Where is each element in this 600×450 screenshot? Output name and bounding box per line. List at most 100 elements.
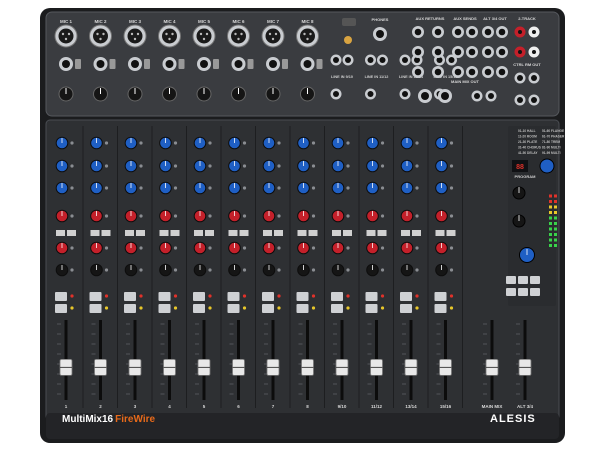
pre-post-button[interactable] xyxy=(401,230,410,236)
insert-jack[interactable] xyxy=(282,59,288,69)
mute-button[interactable] xyxy=(193,292,205,301)
solo-button[interactable] xyxy=(434,304,447,313)
clip-led-icon xyxy=(277,294,281,298)
eq-button[interactable] xyxy=(170,230,180,236)
insert-jack[interactable] xyxy=(75,59,81,69)
mute-button[interactable] xyxy=(124,292,136,301)
mute-button[interactable] xyxy=(400,292,412,301)
pre-post-button[interactable] xyxy=(228,230,238,236)
pre-post-button[interactable] xyxy=(90,230,100,236)
mute-button[interactable] xyxy=(227,292,240,301)
scale-dot-icon xyxy=(173,186,178,190)
solo-button[interactable] xyxy=(262,304,274,313)
pre-post-button[interactable] xyxy=(125,230,134,236)
insert-jack[interactable] xyxy=(247,59,254,69)
scale-dot-icon xyxy=(415,246,419,250)
scale-dot-icon xyxy=(415,164,419,168)
scale-dot-icon xyxy=(139,268,143,272)
eq-button[interactable] xyxy=(239,230,249,236)
level-meter-led-right xyxy=(554,194,557,198)
pre-post-button[interactable] xyxy=(159,230,169,236)
insert-jack[interactable] xyxy=(144,59,150,69)
mute-button[interactable] xyxy=(434,292,447,301)
eq-button[interactable] xyxy=(67,230,76,236)
solo-button[interactable] xyxy=(227,304,240,313)
insert-jack[interactable] xyxy=(109,59,116,69)
solo-button[interactable] xyxy=(296,304,309,313)
eq-button[interactable] xyxy=(308,230,318,236)
solo-button[interactable] xyxy=(193,304,205,313)
eq-button[interactable] xyxy=(446,230,456,236)
insert-jack[interactable] xyxy=(178,59,185,69)
master-button[interactable] xyxy=(518,288,528,296)
solo-button[interactable] xyxy=(365,304,378,313)
mute-button[interactable] xyxy=(158,292,171,301)
scale-dot-icon xyxy=(70,141,74,145)
solo-led-icon xyxy=(311,306,316,310)
master-button[interactable] xyxy=(506,288,516,296)
rca-jack[interactable] xyxy=(344,36,352,44)
level-meter-led-right xyxy=(554,222,557,225)
mute-button[interactable] xyxy=(365,292,378,301)
master-button[interactable] xyxy=(530,288,540,296)
two-track-label: 2-TRACK xyxy=(518,16,536,21)
scale-dot-icon xyxy=(139,164,143,168)
pre-post-button[interactable] xyxy=(332,230,341,236)
pre-post-button[interactable] xyxy=(366,230,376,236)
level-meter-led-left xyxy=(549,238,552,242)
master-button[interactable] xyxy=(506,276,516,284)
pre-post-button[interactable] xyxy=(297,230,307,236)
eq-button[interactable] xyxy=(205,230,214,236)
jack-hole-icon xyxy=(517,97,523,103)
eq-button[interactable] xyxy=(136,230,145,236)
scale-dot-icon xyxy=(173,268,178,272)
mic-input-label: MIC 7 xyxy=(267,19,279,24)
scale-dot-icon xyxy=(208,141,212,145)
firewire-port[interactable] xyxy=(342,18,356,26)
solo-led-icon xyxy=(346,306,350,310)
solo-button[interactable] xyxy=(158,304,171,313)
level-meter-led-left xyxy=(549,227,552,231)
scale-dot-icon xyxy=(311,214,316,218)
mute-button[interactable] xyxy=(331,292,343,301)
alt-out-label: ALT 3/4 OUT xyxy=(483,16,507,21)
fader-label: MAIN MIX xyxy=(482,404,503,409)
xlr-pin-icon xyxy=(309,32,312,36)
insert-jack[interactable] xyxy=(316,59,323,69)
xlr-pin-icon xyxy=(234,32,237,36)
eq-button[interactable] xyxy=(412,230,421,236)
mute-button[interactable] xyxy=(262,292,274,301)
mute-button[interactable] xyxy=(296,292,309,301)
fx-list-item: 01-10 HALL xyxy=(518,129,536,133)
jack-hole-icon xyxy=(532,50,536,54)
solo-led-icon xyxy=(415,306,419,310)
scale-dot-icon xyxy=(208,268,212,272)
master-button[interactable] xyxy=(518,276,528,284)
pre-post-button[interactable] xyxy=(194,230,203,236)
pre-post-button[interactable] xyxy=(435,230,445,236)
eq-button[interactable] xyxy=(274,230,283,236)
master-button[interactable] xyxy=(530,276,540,284)
jack-hole-icon xyxy=(345,57,351,63)
solo-button[interactable] xyxy=(331,304,343,313)
jack-hole-icon xyxy=(532,30,536,34)
pre-post-button[interactable] xyxy=(263,230,272,236)
pre-post-button[interactable] xyxy=(56,230,65,236)
solo-button[interactable] xyxy=(55,304,67,313)
solo-button[interactable] xyxy=(89,304,102,313)
scale-dot-icon xyxy=(104,268,109,272)
mute-button[interactable] xyxy=(55,292,67,301)
fx-list-item: 91-99 MULTI xyxy=(542,151,561,155)
solo-button[interactable] xyxy=(400,304,412,313)
scale-dot-icon xyxy=(242,164,247,168)
level-meter-led-left xyxy=(549,222,552,225)
insert-jack[interactable] xyxy=(213,59,219,69)
eq-button[interactable] xyxy=(377,230,387,236)
eq-button[interactable] xyxy=(343,230,352,236)
mute-button[interactable] xyxy=(89,292,102,301)
xlr-socket-icon xyxy=(93,28,108,44)
eq-button[interactable] xyxy=(101,230,111,236)
solo-button[interactable] xyxy=(124,304,136,313)
fx-program-knob[interactable] xyxy=(539,158,555,174)
xlr-pin-icon xyxy=(199,32,203,36)
